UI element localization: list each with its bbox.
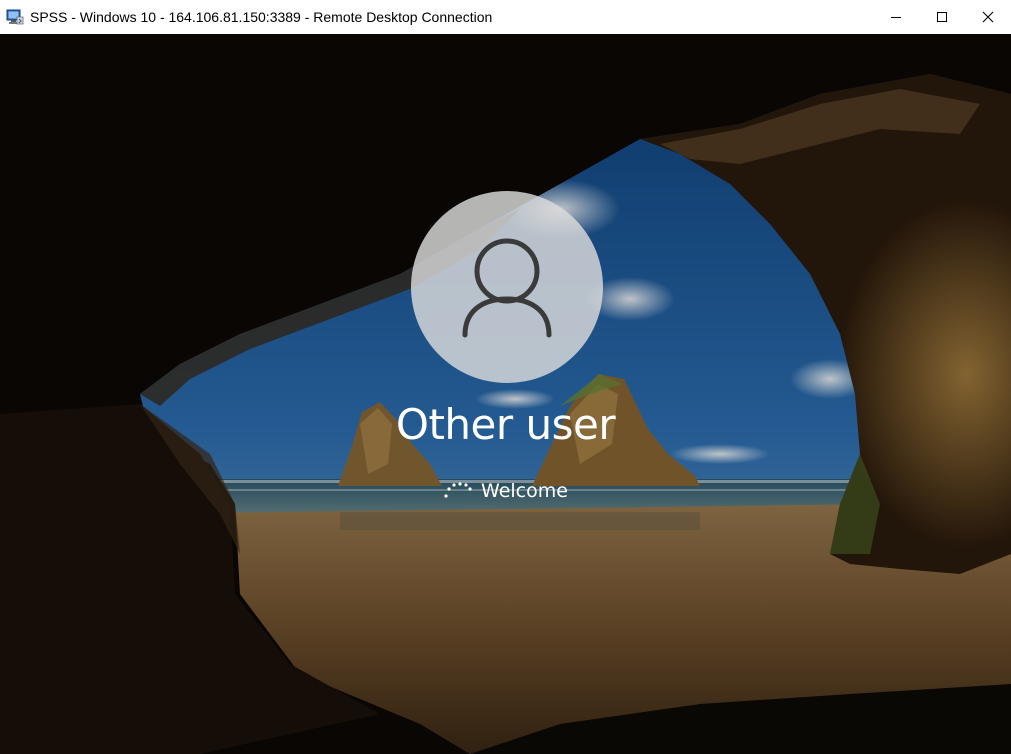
maximize-button[interactable] [919,0,965,34]
lock-screen-background [0,34,1011,754]
title-bar[interactable]: SPSS - Windows 10 - 164.106.81.150:3389 … [0,0,1011,34]
window-title: SPSS - Windows 10 - 164.106.81.150:3389 … [30,9,493,25]
status-text: Welcome [481,480,568,502]
loading-spinner-icon [444,482,472,498]
maximize-icon [937,12,947,22]
sign-in-status: Welcome [0,480,1011,502]
close-icon [982,11,994,23]
window-controls [873,0,1011,34]
user-name: Other user [395,400,616,449]
remote-desktop-window: SPSS - Windows 10 - 164.106.81.150:3389 … [0,0,1011,754]
user-silhouette-icon [462,238,552,338]
remote-desktop-icon [6,9,24,25]
close-button[interactable] [965,0,1011,34]
remote-desktop-viewport[interactable]: Other user Welcome [0,34,1011,754]
minimize-button[interactable] [873,0,919,34]
user-avatar[interactable] [411,191,603,383]
minimize-icon [891,17,901,18]
